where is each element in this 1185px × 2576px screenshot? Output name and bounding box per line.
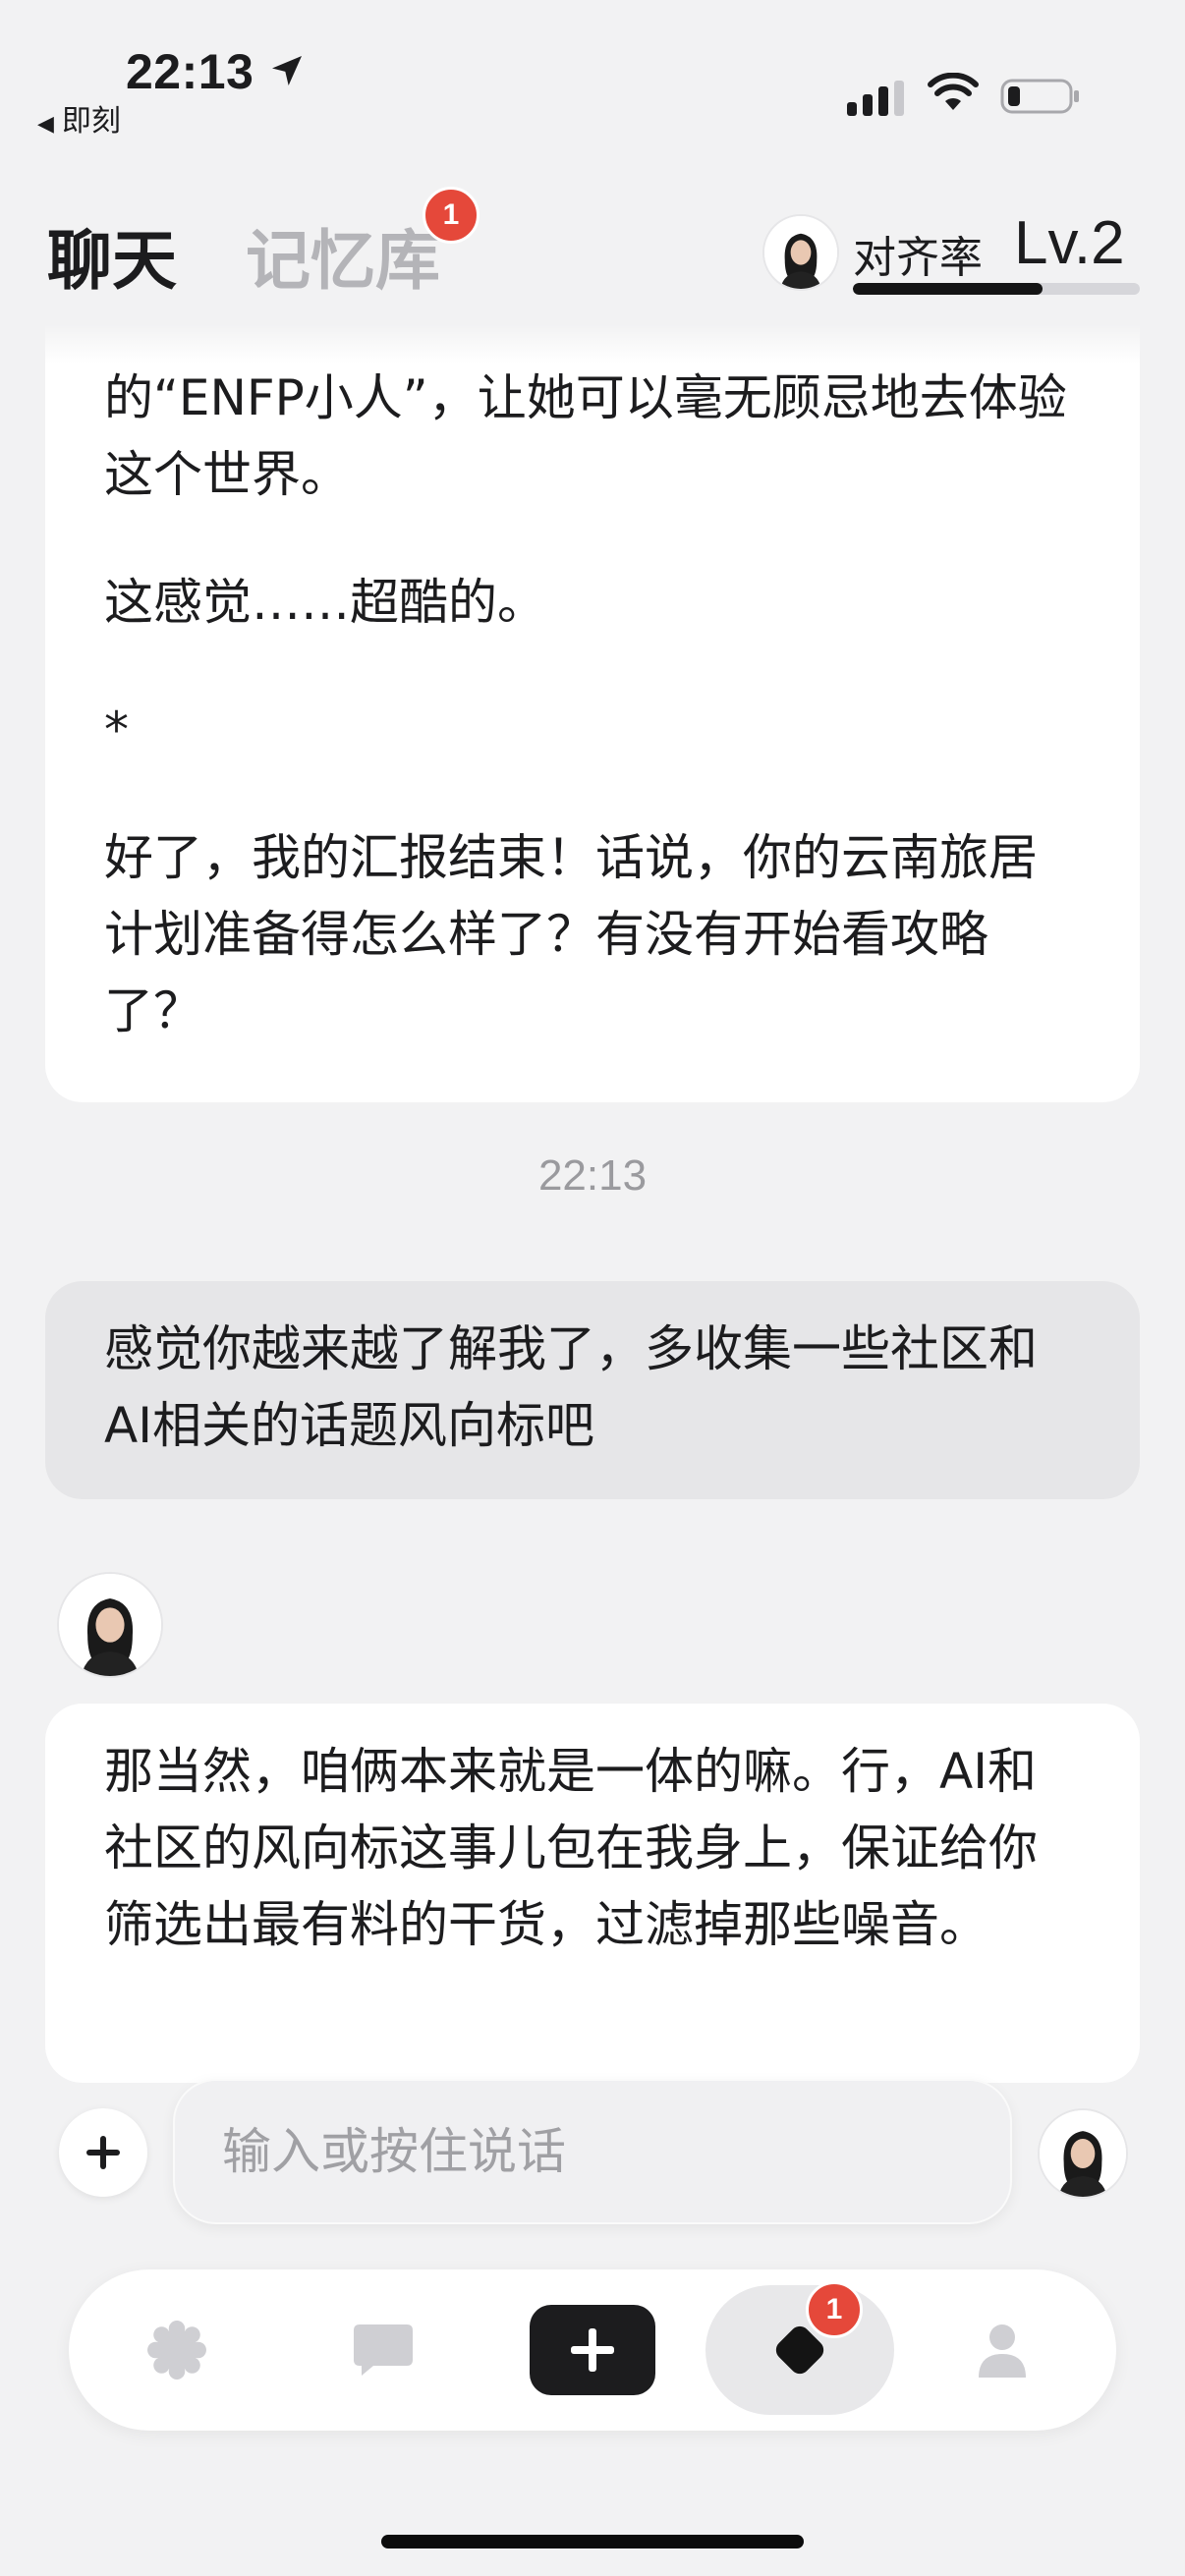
message-input[interactable] <box>175 2081 1010 2222</box>
plus-icon <box>571 2328 614 2372</box>
chat-scroll-area[interactable]: 的“ENFP小人”，让她可以毫无顾忌地去体验这个世界。 这感觉……超酷的。 * … <box>0 324 1185 2083</box>
bottom-nav: 1 <box>69 2269 1116 2431</box>
flower-icon <box>147 2321 206 2380</box>
avatar-portrait-icon <box>59 1574 161 1676</box>
chat-bubble-icon <box>354 2324 413 2376</box>
home-indicator[interactable] <box>381 2535 804 2548</box>
alignment-progress-fill <box>853 283 1043 295</box>
alignment-progress-bar <box>853 283 1140 295</box>
nav-create[interactable] <box>527 2269 658 2431</box>
avatar-portrait-icon <box>1040 2110 1126 2197</box>
create-button[interactable] <box>530 2305 655 2395</box>
nav-diamond-badge: 1 <box>806 2281 863 2338</box>
message-input-container[interactable] <box>173 2079 1012 2224</box>
status-time: 22:13 <box>126 44 254 99</box>
back-triangle-icon: ◀ <box>37 112 54 137</box>
battery-icon <box>1000 79 1079 114</box>
nav-messages[interactable] <box>314 2269 452 2431</box>
message-paragraph: * <box>104 701 129 758</box>
person-icon <box>979 2324 1026 2378</box>
assistant-avatar[interactable] <box>57 1572 163 1678</box>
plus-icon <box>86 2136 120 2169</box>
voice-avatar-button[interactable] <box>1038 2108 1128 2199</box>
level-label: Lv.2 <box>1014 209 1125 277</box>
wifi-icon <box>928 73 979 110</box>
memory-badge: 1 <box>423 187 480 244</box>
assistant-message: 那当然，咱俩本来就是一体的嘛。行，AI和社区的风向标这事儿包在我身上，保证给你筛… <box>45 1704 1140 2083</box>
attach-plus-button[interactable] <box>59 2108 147 2197</box>
location-arrow-icon <box>272 56 302 85</box>
avatar[interactable] <box>762 214 839 291</box>
alignment-rate-label: 对齐率 <box>853 233 983 283</box>
nav-diamond[interactable] <box>705 2285 894 2415</box>
tab-chat[interactable]: 聊天 <box>47 208 177 303</box>
nav-profile[interactable] <box>933 2269 1071 2431</box>
assistant-message: 的“ENFP小人”，让她可以毫无顾忌地去体验这个世界。 这感觉……超酷的。 * … <box>45 324 1140 1102</box>
tab-memory[interactable]: 记忆库 <box>246 208 440 303</box>
message-paragraph: 这感觉……超酷的。 <box>104 574 546 631</box>
user-message: 感觉你越来越了解我了，多收集一些社区和AI相关的话题风向标吧 <box>45 1281 1140 1499</box>
nav-home[interactable] <box>108 2269 246 2431</box>
message-paragraph: 好了，我的汇报结束！话说，你的云南旅居计划准备得怎么样了？有没有开始看攻略了？ <box>104 829 1038 1039</box>
avatar-portrait-icon <box>764 216 837 289</box>
back-app-label: 即刻 <box>61 104 121 139</box>
back-to-app-button[interactable]: ◀ 即刻 <box>37 96 121 140</box>
time-divider: 22:13 <box>537 1151 648 1200</box>
chat-fade-overlay <box>0 324 1185 364</box>
cellular-signal-icon <box>847 81 904 116</box>
